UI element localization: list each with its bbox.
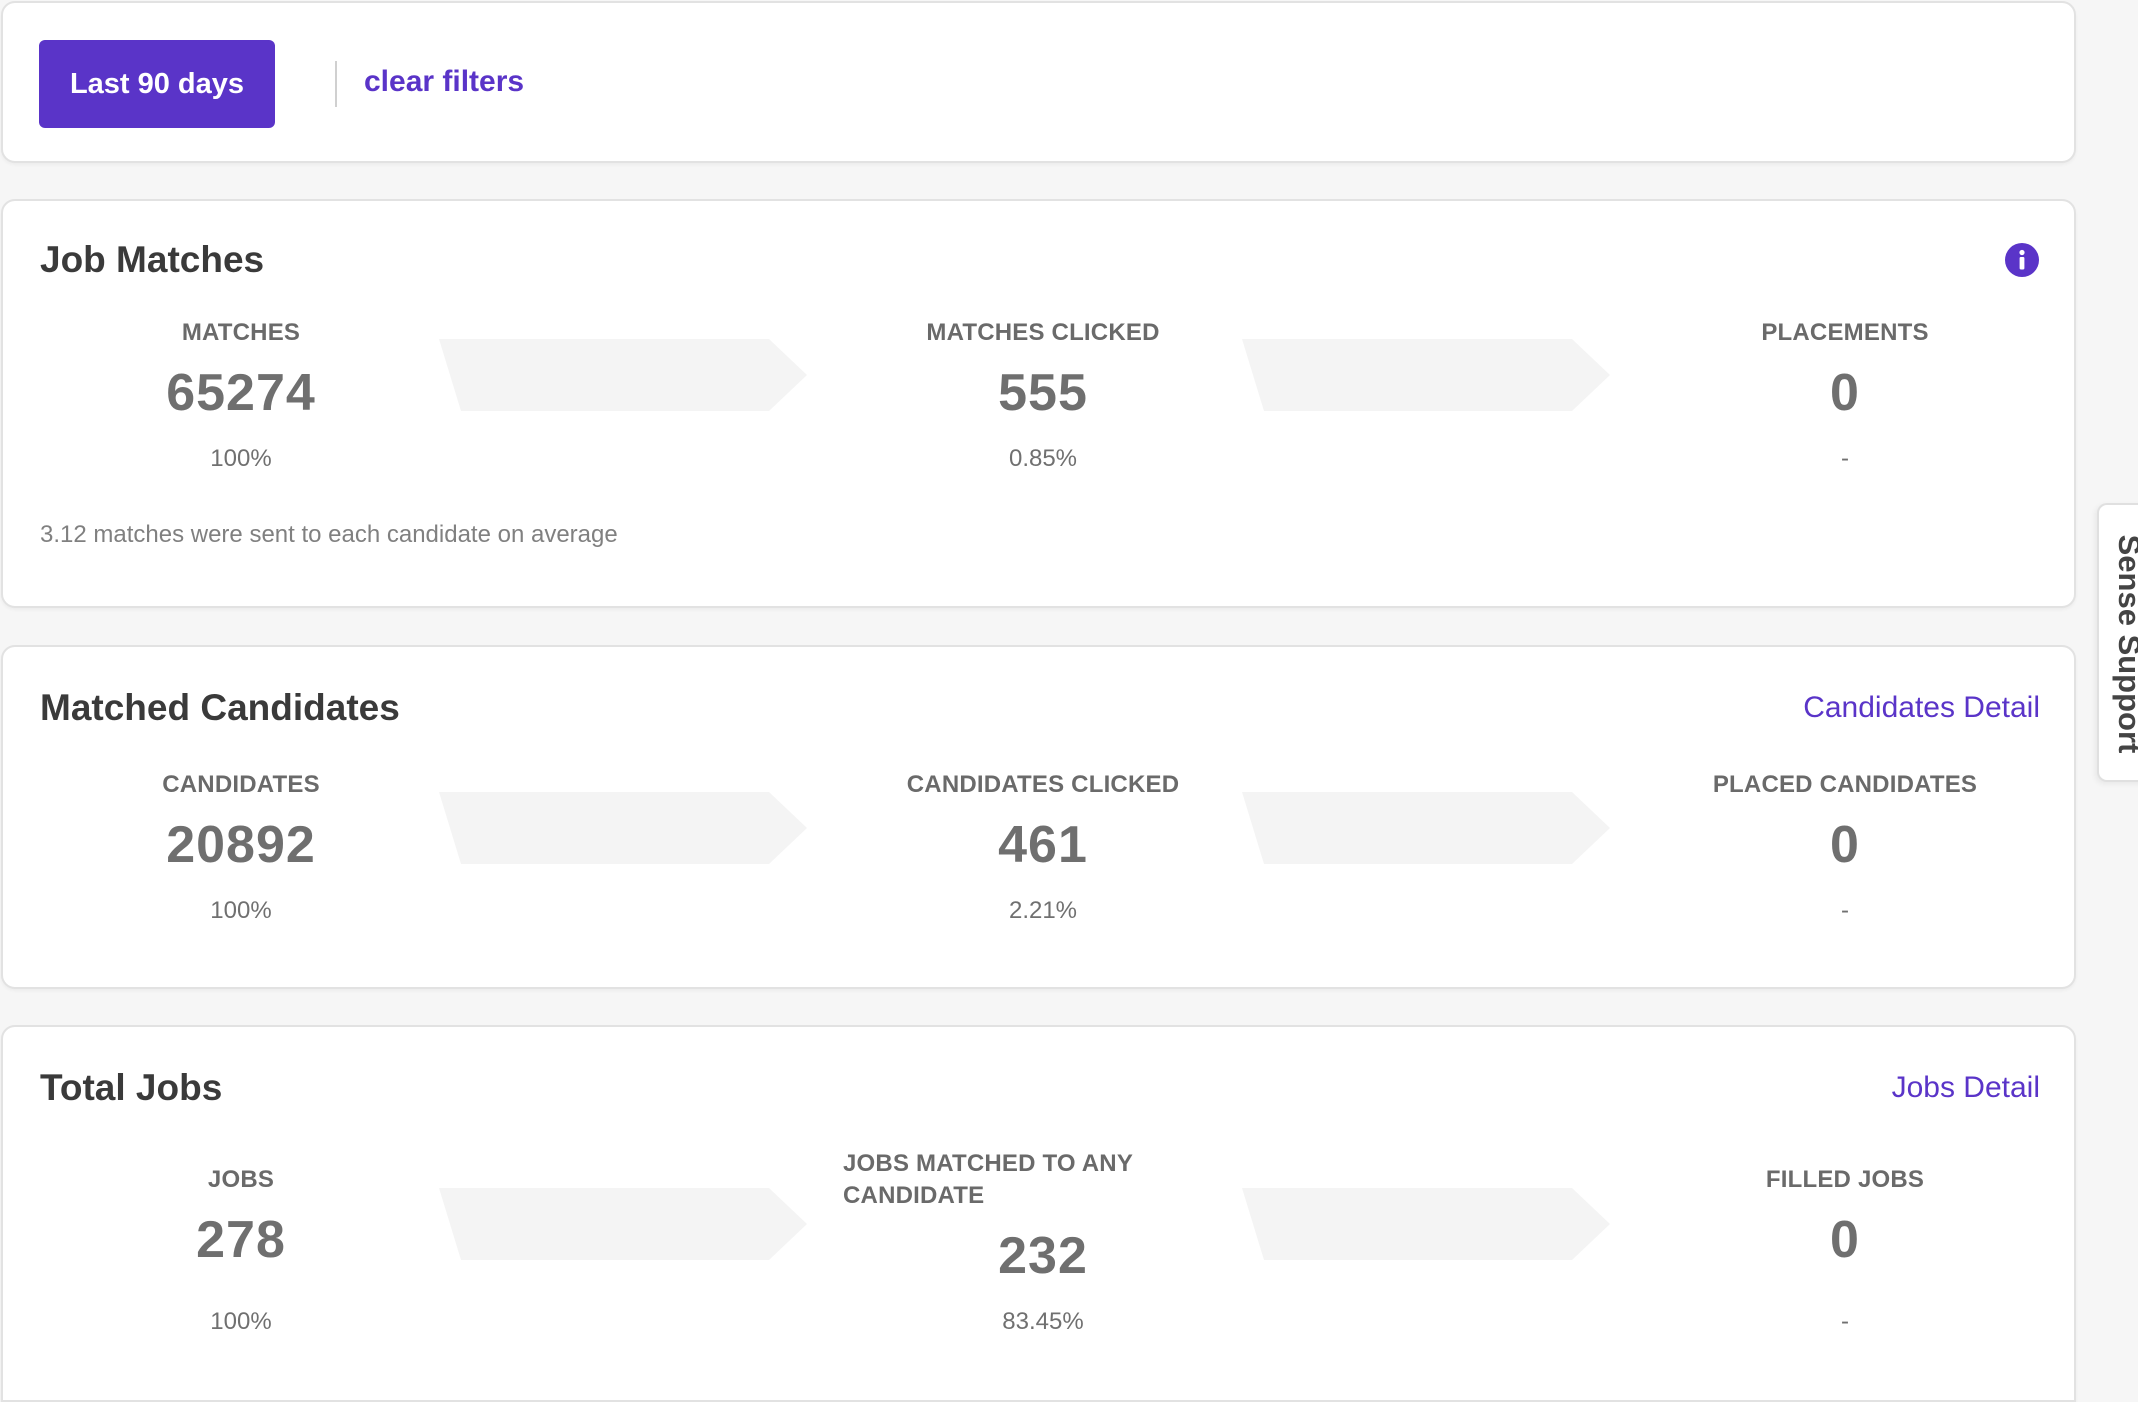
candidates-metric: CANDIDATES 20892 100%	[41, 771, 441, 925]
date-range-button[interactable]: Last 90 days	[39, 40, 275, 128]
jobs-matched-metric: JOBS MATCHED TO ANY CANDIDATE 232 83.45%	[843, 1150, 1243, 1336]
metric-label: MATCHES	[181, 319, 301, 346]
metric-value: 0	[1830, 364, 1860, 422]
metric-percentage: -	[1841, 1308, 1849, 1335]
metric-value: 0	[1830, 816, 1860, 874]
clear-filters-link[interactable]: clear filters	[364, 65, 524, 99]
matched-candidates-title: Matched Candidates	[40, 687, 400, 728]
metric-percentage: 0.85%	[1008, 445, 1078, 472]
total-jobs-card: Total Jobs Jobs Detail JOBS 278 100% JOB…	[1, 1025, 2076, 1402]
metric-percentage: 2.21%	[1008, 897, 1078, 924]
metric-percentage: 100%	[210, 445, 272, 472]
metric-percentage: 100%	[210, 1308, 272, 1335]
funnel-arrow-icon	[439, 339, 807, 411]
metric-label: PLACED CANDIDATES	[1712, 771, 1978, 798]
funnel-arrow-icon	[439, 792, 807, 864]
metric-percentage: -	[1841, 445, 1849, 472]
metric-percentage: 100%	[210, 897, 272, 924]
metric-label: MATCHES CLICKED	[926, 319, 1160, 346]
total-jobs-title: Total Jobs	[40, 1067, 223, 1108]
funnel-arrow-icon	[1242, 339, 1610, 411]
metric-label: JOBS	[207, 1166, 275, 1193]
metric-value: 65274	[166, 364, 316, 422]
filled-jobs-metric: FILLED JOBS 0 -	[1645, 1166, 2045, 1336]
metric-percentage: 83.45%	[1002, 1308, 1084, 1335]
filter-bar: Last 90 days clear filters	[1, 1, 2076, 163]
funnel-arrow-icon	[439, 1188, 807, 1260]
metric-value: 20892	[166, 816, 316, 874]
average-matches-note: 3.12 matches were sent to each candidate…	[40, 521, 618, 548]
job-matches-card: Job Matches MATCHES 65274 100% MATCHES C…	[1, 199, 2076, 608]
metric-label: CANDIDATES	[162, 771, 320, 798]
matched-candidates-card: Matched Candidates Candidates Detail CAN…	[1, 645, 2076, 989]
candidates-detail-link[interactable]: Candidates Detail	[1803, 691, 2040, 725]
jobs-detail-link[interactable]: Jobs Detail	[1892, 1071, 2040, 1105]
metric-value: 232	[998, 1227, 1088, 1285]
metric-value: 461	[998, 816, 1088, 874]
matches-clicked-metric: MATCHES CLICKED 555 0.85%	[843, 319, 1243, 473]
funnel-arrow-icon	[1242, 792, 1610, 864]
metric-label: FILLED JOBS	[1765, 1166, 1925, 1193]
filter-divider	[335, 61, 337, 107]
metric-value: 278	[196, 1211, 286, 1269]
funnel-arrow-icon	[1242, 1188, 1610, 1260]
metric-label-line: CANDIDATE	[843, 1182, 985, 1209]
candidates-clicked-metric: CANDIDATES CLICKED 461 2.21%	[843, 771, 1243, 925]
job-matches-title: Job Matches	[40, 239, 265, 280]
placements-metric: PLACEMENTS 0 -	[1645, 319, 2045, 473]
metric-value: 555	[998, 364, 1088, 422]
sense-support-label: Sense Support	[2112, 534, 2138, 754]
metric-value: 0	[1830, 1211, 1860, 1269]
metric-label: PLACEMENTS	[1761, 319, 1929, 346]
matches-metric: MATCHES 65274 100%	[41, 319, 441, 473]
jobs-metric: JOBS 278 100%	[41, 1166, 441, 1336]
metric-label-line: JOBS MATCHED TO ANY	[843, 1150, 1134, 1177]
metric-percentage: -	[1841, 897, 1849, 924]
sense-support-tab[interactable]: Sense Support	[2097, 503, 2138, 782]
info-circle-icon[interactable]	[2004, 242, 2040, 278]
metric-label: CANDIDATES CLICKED	[906, 771, 1180, 798]
placed-candidates-metric: PLACED CANDIDATES 0 -	[1645, 771, 2045, 925]
